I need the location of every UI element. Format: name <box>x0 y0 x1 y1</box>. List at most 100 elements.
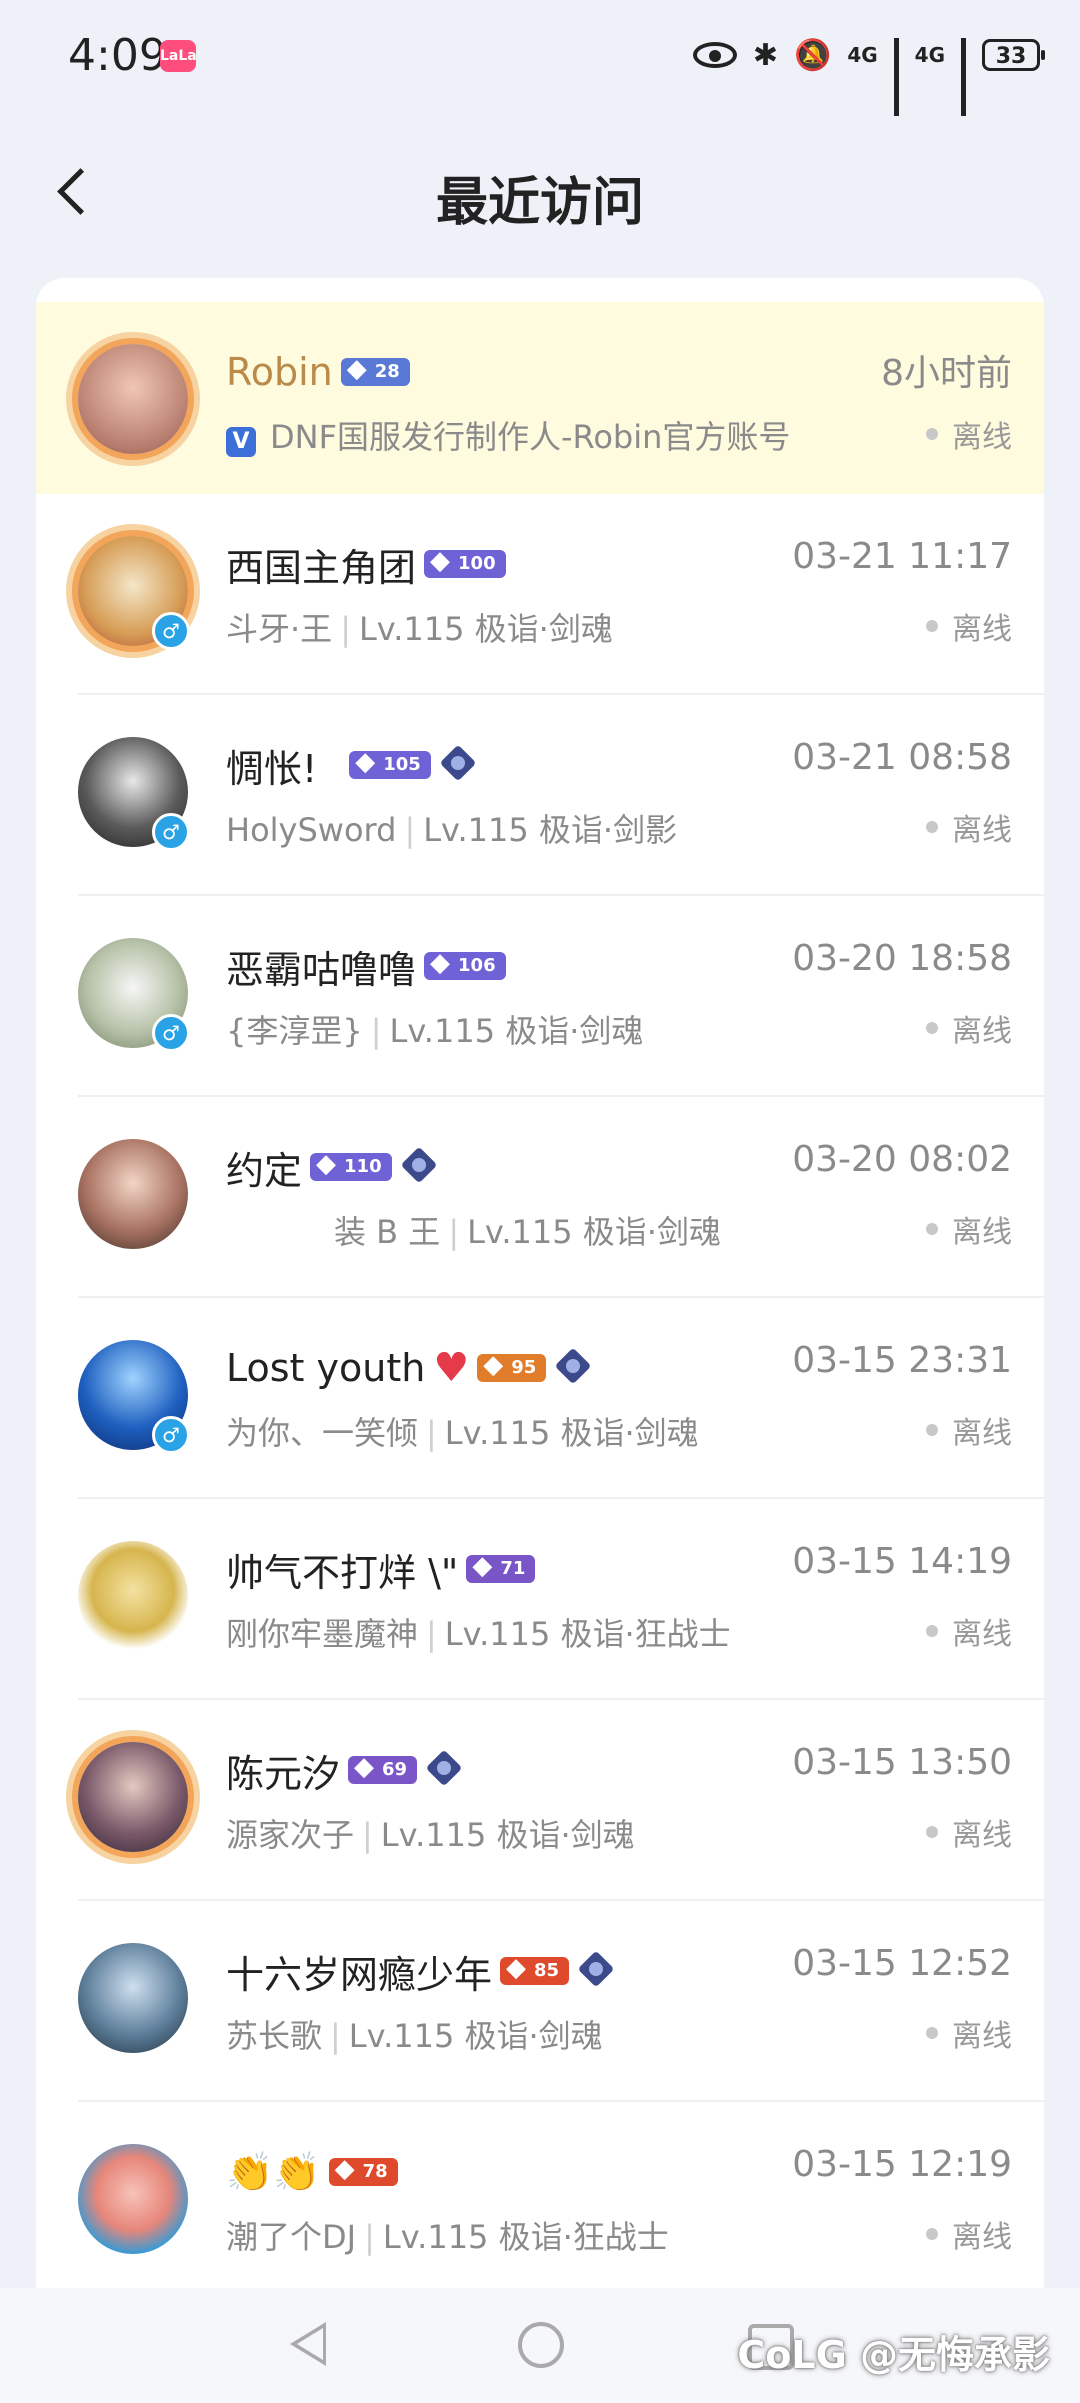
list-item[interactable]: 👏👏 78 潮了个DJ|Lv.115 极诣·狂战士 03-15 12:19 离线 <box>36 2102 1044 2288</box>
user-desc: Lv.115 极诣·狂战士 <box>382 2218 669 2256</box>
level-badge: 69 <box>348 1753 418 1784</box>
avatar[interactable] <box>78 1139 188 1249</box>
signal-icon <box>893 38 899 116</box>
user-name: 帅气不打烊 \" <box>226 1550 459 1595</box>
visit-time: 03-15 14:19 <box>792 1541 1012 1582</box>
status-dot-icon <box>926 1424 938 1436</box>
clock: 4:09 <box>68 30 167 81</box>
avatar[interactable] <box>78 1541 188 1651</box>
user-name: 惆怅! <box>226 746 318 791</box>
list-item[interactable]: Robin 28 V DNF国服发行制作人-Robin官方账号 8小时前 离线 <box>36 302 1044 494</box>
user-name: 陈元汐 <box>226 1751 341 1796</box>
user-desc: Lv.115 极诣·剑影 <box>423 811 678 849</box>
user-desc: Lv.115 极诣·剑魂 <box>348 2017 603 2055</box>
online-status: 离线 <box>926 604 1012 648</box>
avatar[interactable] <box>78 344 188 454</box>
online-status: 离线 <box>926 1609 1012 1653</box>
level-badge: 78 <box>328 2155 398 2186</box>
list-item[interactable]: ♂ 惆怅! 105 HolySword|Lv.115 极诣·剑影 03-21 0… <box>36 695 1044 896</box>
status-dot-icon <box>926 428 938 440</box>
user-name: 西国主角团 <box>226 545 417 590</box>
user-name: 恶霸咕噜噜 <box>226 947 417 992</box>
visit-time: 03-15 12:19 <box>792 2144 1012 2185</box>
male-icon: ♂ <box>152 1416 190 1454</box>
list-item[interactable]: 陈元汐 69 源家次子|Lv.115 极诣·剑魂 03-15 13:50 离线 <box>36 1700 1044 1901</box>
rank-emblem-icon <box>554 1351 592 1385</box>
visit-time: 03-20 18:58 <box>792 938 1012 979</box>
online-status: 离线 <box>926 412 1012 456</box>
list-item[interactable]: ♂ 西国主角团 100 斗牙·王|Lv.115 极诣·剑魂 03-21 11:1… <box>36 494 1044 695</box>
status-dot-icon <box>926 2027 938 2039</box>
visit-time: 03-15 13:50 <box>792 1742 1012 1783</box>
user-title: 苏长歌 <box>226 2017 323 2055</box>
avatar[interactable] <box>78 2144 188 2254</box>
rank-emblem-icon <box>439 748 477 782</box>
user-desc: Lv.115 极诣·剑魂 <box>380 1816 635 1854</box>
level-badge: 85 <box>500 1954 570 1985</box>
battery-icon: 33 <box>982 39 1045 71</box>
status-dot-icon <box>926 1223 938 1235</box>
eye-icon <box>692 42 737 68</box>
visit-time: 03-20 08:02 <box>792 1139 1012 1180</box>
page-title: 最近访问 <box>435 173 644 233</box>
network-label-1: 4G <box>847 43 878 67</box>
visit-time: 03-21 11:17 <box>792 536 1012 577</box>
level-badge: 71 <box>466 1552 536 1583</box>
user-title: 源家次子 <box>226 1816 355 1854</box>
user-name: 约定 <box>226 1148 303 1193</box>
visit-time: 8小时前 <box>881 353 1012 394</box>
status-dot-icon <box>926 1826 938 1838</box>
network-label-2: 4G <box>914 43 945 67</box>
user-title: 为你、一笑倾 <box>226 1414 419 1452</box>
avatar[interactable] <box>78 1742 188 1852</box>
online-status: 离线 <box>926 1810 1012 1854</box>
list-item[interactable]: ♂ Lost youth ♥ 95 为你、一笑倾|Lv.115 极诣·剑魂 03… <box>36 1298 1044 1499</box>
visit-time: 03-15 23:31 <box>792 1340 1012 1381</box>
system-icons: ✱ 🔕 4G 4G 33 <box>692 30 1045 116</box>
list-item[interactable]: 十六岁网瘾少年 85 苏长歌|Lv.115 极诣·剑魂 03-15 12:52 … <box>36 1901 1044 2102</box>
online-status: 离线 <box>926 2212 1012 2256</box>
online-status: 离线 <box>926 805 1012 849</box>
system-nav-bar: CoLG @无悔承影 <box>0 2288 1080 2403</box>
visit-time: 03-21 08:58 <box>792 737 1012 778</box>
visitor-list: Robin 28 V DNF国服发行制作人-Robin官方账号 8小时前 离线 ♂… <box>36 278 1044 2288</box>
male-icon: ♂ <box>152 813 190 851</box>
level-badge: 106 <box>424 949 506 980</box>
user-name: 👏👏 <box>226 2149 321 2194</box>
visit-time: 03-15 12:52 <box>792 1943 1012 1984</box>
user-desc: Lv.115 极诣·狂战士 <box>444 1615 731 1653</box>
rank-emblem-icon <box>400 1150 438 1184</box>
status-dot-icon <box>926 1022 938 1034</box>
list-item[interactable]: 帅气不打烊 \" 71 刚你牢墨魔神|Lv.115 极诣·狂战士 03-15 1… <box>36 1499 1044 1700</box>
user-title: 潮了个DJ <box>226 2218 357 2256</box>
list-item[interactable]: 约定 110 装 B 王|Lv.115 极诣·剑魂 03-20 08:02 离线 <box>36 1097 1044 1298</box>
user-title: 装 B 王 <box>334 1213 441 1251</box>
avatar[interactable] <box>78 1943 188 2053</box>
level-badge: 95 <box>477 1351 547 1382</box>
list-item[interactable]: ♂ 恶霸咕噜噜 106 {李淳罡}|Lv.115 极诣·剑魂 03-20 18:… <box>36 896 1044 1097</box>
watermark: CoLG @无悔承影 <box>737 2333 1050 2377</box>
nav-home-icon[interactable] <box>518 2322 564 2368</box>
level-badge: 105 <box>349 748 431 779</box>
status-bar: 4:09 LaLa ✱ 🔕 4G 4G 33 <box>0 0 1080 116</box>
status-dot-icon <box>926 1625 938 1637</box>
status-dot-icon <box>926 2228 938 2240</box>
nav-back-icon[interactable] <box>290 2322 326 2366</box>
male-icon: ♂ <box>152 612 190 650</box>
heart-icon: ♥ <box>433 1345 470 1391</box>
user-desc: Lv.115 极诣·剑魂 <box>467 1213 721 1251</box>
rank-emblem-icon <box>425 1753 463 1787</box>
online-status: 离线 <box>926 2011 1012 2055</box>
status-dot-icon <box>926 620 938 632</box>
user-name: Robin <box>226 350 333 394</box>
status-dot-icon <box>926 821 938 833</box>
user-desc: Lv.115 极诣·剑魂 <box>358 610 613 648</box>
user-desc: Lv.115 极诣·剑魂 <box>389 1012 644 1050</box>
page-header: 最近访问 <box>0 130 1080 260</box>
user-title: 刚你牢墨魔神 <box>226 1615 419 1653</box>
user-title: HolySword <box>226 811 397 849</box>
user-title: {李淳罡} <box>226 1012 363 1050</box>
online-status: 离线 <box>926 1207 1012 1251</box>
online-status: 离线 <box>926 1408 1012 1452</box>
male-icon: ♂ <box>152 1014 190 1052</box>
